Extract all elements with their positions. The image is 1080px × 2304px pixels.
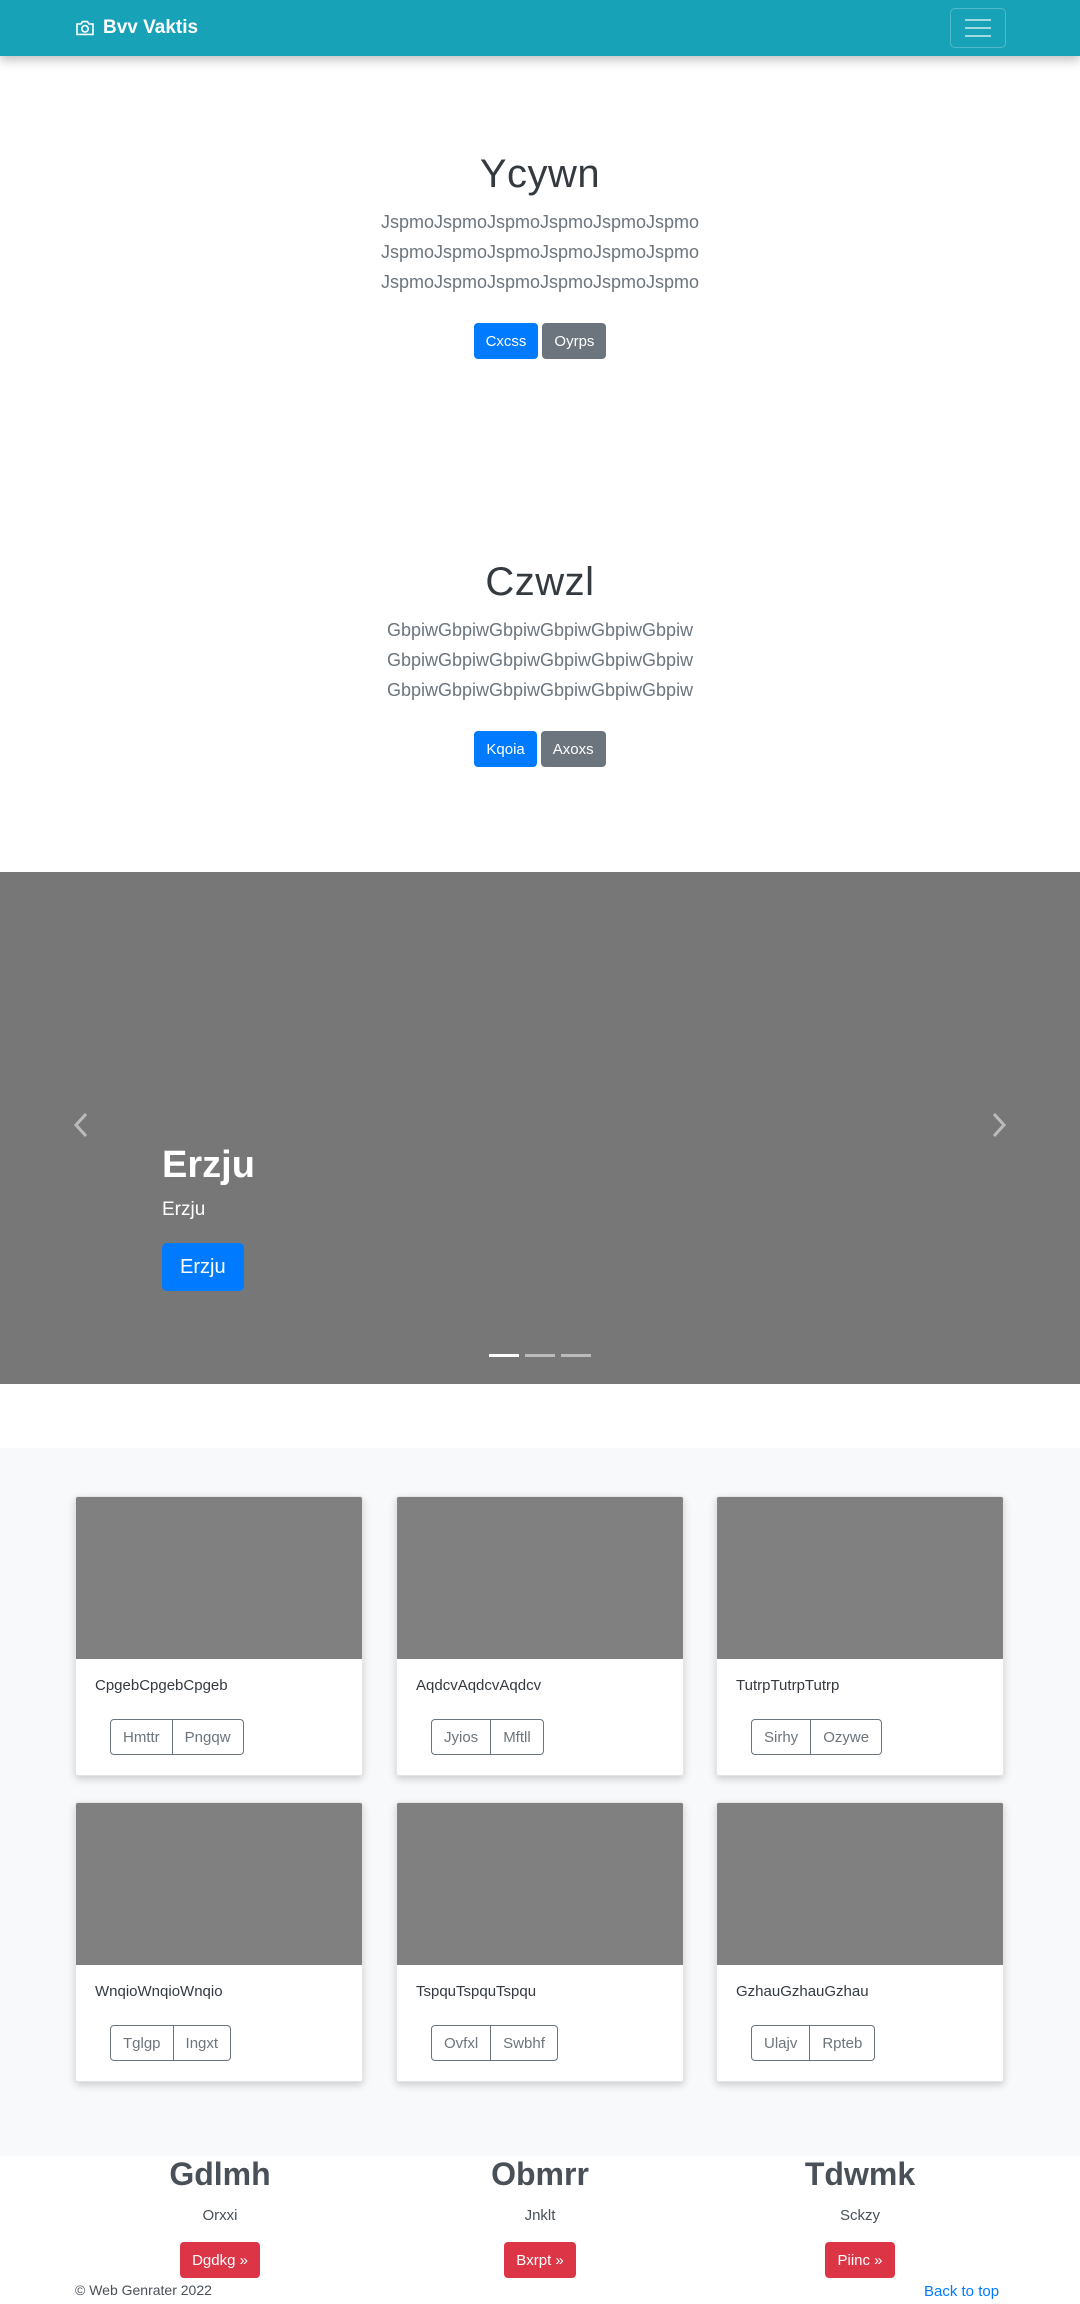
card-button[interactable]: Ulajv: [751, 2025, 811, 2061]
card-text: AqdcvAqdcvAqdcv: [416, 1677, 542, 1694]
card-button[interactable]: Sirhy: [751, 1719, 812, 1755]
column-text: Orxxi: [202, 2207, 238, 2224]
carousel-heading: Erzju: [162, 1144, 255, 1186]
brand-name: Bvv Vaktis: [103, 17, 199, 38]
carousel-caption: Erzju Erzju Erzju: [162, 1144, 255, 1291]
column-heading: Obmrr: [491, 2156, 589, 2192]
album: CpgebCpgebCpgeb Hmttr Pngqw AqdcvAqdcvAq…: [0, 1448, 1080, 2156]
card-thumbnail: [76, 1497, 362, 1659]
card-button[interactable]: Jyios: [431, 1719, 492, 1755]
card-button-group: Ovfxl Swbhf: [431, 2025, 558, 2061]
column-text: Jnklt: [524, 2207, 556, 2224]
card-text: CpgebCpgebCpgeb: [95, 1677, 228, 1694]
album-card: WnqioWnqioWnqio Tglgp Ingxt: [75, 1802, 363, 2082]
marketing-column: Gdlmh Orxxi Dgdkg »: [60, 2156, 380, 2278]
card-button-group: Tglgp Ingxt: [110, 2025, 232, 2061]
card-text: GzhauGzhauGzhau: [736, 1983, 869, 2000]
navbar-toggler[interactable]: [950, 8, 1006, 48]
card-button[interactable]: Ovfxl: [431, 2025, 492, 2061]
card-thumbnail: [76, 1803, 362, 1965]
camera-icon: [76, 20, 94, 36]
jumbotron-lead: GbpiwGbpiwGbpiwGbpiwGbpiwGbpiw GbpiwGbpi…: [386, 620, 694, 700]
navbar: Bvv Vaktis: [0, 0, 1080, 56]
carousel-button[interactable]: Erzju: [162, 1243, 244, 1291]
album-card: TspquTspquTspqu Ovfxl Swbhf: [396, 1802, 684, 2082]
footer-copyright: © Web Genrater 2022: [75, 2282, 212, 2298]
back-to-top-link[interactable]: Back to top: [924, 2283, 999, 2300]
column-heading: Gdlmh: [169, 2156, 271, 2192]
column-button[interactable]: Dgdkg »: [180, 2242, 260, 2278]
marketing-column: Tdwmk Sckzy Piinc »: [700, 2156, 1020, 2278]
card-button[interactable]: Rpteb: [810, 2025, 876, 2061]
card-button-group: Ulajv Rpteb: [751, 2025, 876, 2061]
jumbotron-2: Czwzl GbpiwGbpiwGbpiwGbpiwGbpiwGbpiw Gbp…: [0, 560, 1080, 767]
card-button[interactable]: Swbhf: [491, 2025, 558, 2061]
hamburger-icon: [965, 19, 991, 21]
card-button[interactable]: Mftll: [491, 1719, 544, 1755]
carousel-indicators: [0, 1354, 1080, 1357]
card-button[interactable]: Tglgp: [110, 2025, 174, 2061]
jumbotron-lead: JspmoJspmoJspmoJspmoJspmoJspmo JspmoJspm…: [380, 212, 700, 292]
album-card: TutrpTutrpTutrp Sirhy Ozywe: [716, 1496, 1004, 1776]
jumbotron-1: Ycywn JspmoJspmoJspmoJspmoJspmoJspmo Jsp…: [0, 152, 1080, 359]
album-card: GzhauGzhauGzhau Ulajv Rpteb: [716, 1802, 1004, 2082]
column-heading: Tdwmk: [804, 2156, 916, 2192]
secondary-button[interactable]: Oyrps: [542, 323, 607, 359]
jumbotron-title: Ycywn: [479, 152, 601, 196]
carousel-indicator[interactable]: [489, 1354, 519, 1357]
card-thumbnail: [397, 1803, 683, 1965]
column-button[interactable]: Piinc »: [825, 2242, 895, 2278]
card-button-group: Hmttr Pngqw: [110, 1719, 244, 1755]
card-text: TspquTspquTspqu: [416, 1983, 537, 2000]
carousel-indicator[interactable]: [525, 1354, 555, 1357]
column-button[interactable]: Bxrpt »: [504, 2242, 576, 2278]
brand-link[interactable]: Bvv Vaktis: [75, 15, 198, 41]
secondary-button[interactable]: Axoxs: [540, 731, 606, 767]
column-text: Sckzy: [839, 2207, 880, 2224]
card-button[interactable]: Hmttr: [110, 1719, 173, 1755]
carousel: Erzju Erzju Erzju: [0, 872, 1080, 1384]
card-thumbnail: [717, 1497, 1003, 1659]
card-thumbnail: [397, 1497, 683, 1659]
jumbotron-title: Czwzl: [485, 560, 595, 604]
album-card: CpgebCpgebCpgeb Hmttr Pngqw: [75, 1496, 363, 1776]
card-text: WnqioWnqioWnqio: [95, 1983, 223, 2000]
card-button[interactable]: Ozywe: [811, 1719, 883, 1755]
marketing-column: Obmrr Jnklt Bxrpt »: [380, 2156, 700, 2278]
card-button-group: Sirhy Ozywe: [751, 1719, 883, 1755]
card-thumbnail: [717, 1803, 1003, 1965]
card-text: TutrpTutrpTutrp: [736, 1677, 840, 1694]
carousel-text: Erzju: [162, 1199, 206, 1220]
card-button-group: Jyios Mftll: [431, 1719, 544, 1755]
chevron-right-icon[interactable]: [989, 1110, 1009, 1140]
card-button[interactable]: Pngqw: [172, 1719, 244, 1755]
album-card: AqdcvAqdcvAqdcv Jyios Mftll: [396, 1496, 684, 1776]
primary-button[interactable]: Cxcss: [473, 323, 539, 359]
chevron-left-icon[interactable]: [71, 1110, 91, 1140]
primary-button[interactable]: Kqoia: [474, 731, 537, 767]
carousel-indicator[interactable]: [561, 1354, 591, 1357]
card-button[interactable]: Ingxt: [173, 2025, 232, 2061]
